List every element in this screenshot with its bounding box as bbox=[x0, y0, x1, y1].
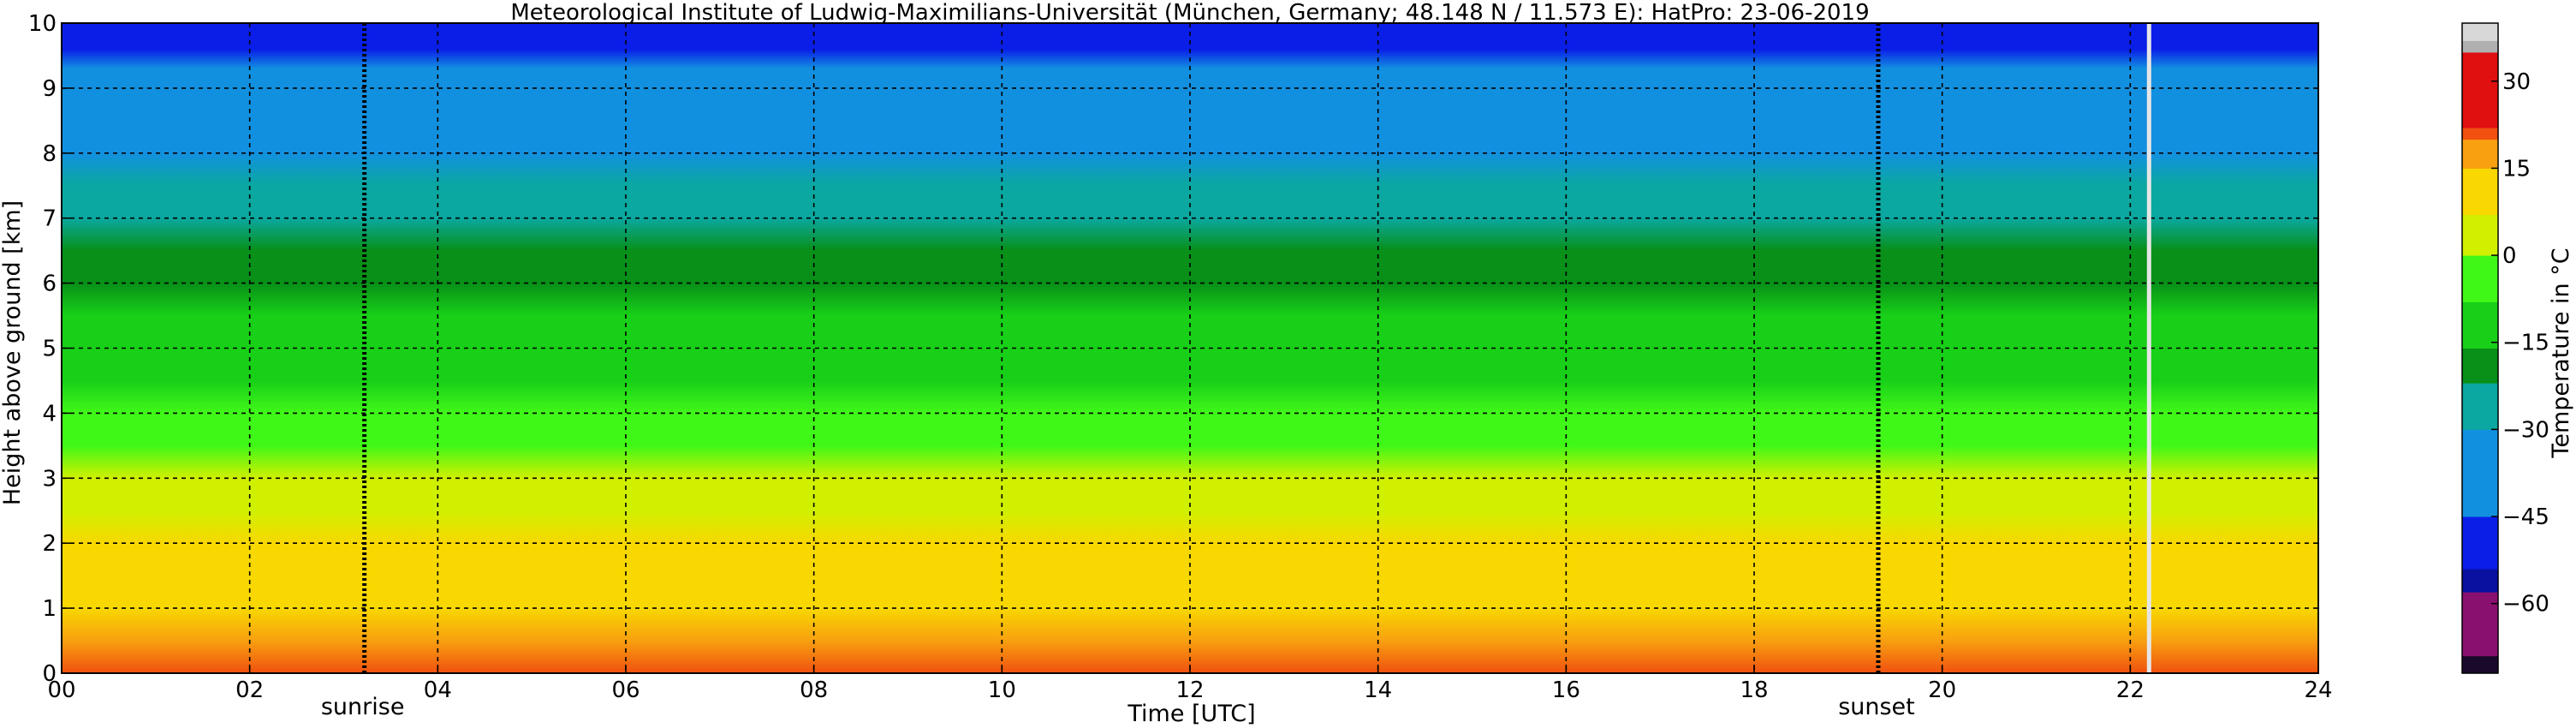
x-tick-label: 04 bbox=[424, 677, 452, 703]
colorbar-band bbox=[2462, 301, 2498, 349]
y-tick-label: 10 bbox=[28, 11, 57, 37]
colorbar-band bbox=[2462, 429, 2498, 517]
x-tick-label: 12 bbox=[1175, 677, 1204, 703]
colorbar-band bbox=[2462, 255, 2498, 302]
colorbar-band bbox=[2462, 348, 2498, 384]
x-tick-label: 20 bbox=[1928, 677, 1956, 703]
x-tick-label: 22 bbox=[2116, 677, 2145, 703]
colorbar-tick-label: −15 bbox=[2502, 331, 2549, 356]
sunset-label: sunset bbox=[1838, 694, 1915, 720]
colorbar-band bbox=[2462, 51, 2498, 128]
colorbar-band bbox=[2462, 168, 2498, 216]
colorbar-band bbox=[2462, 516, 2498, 570]
plot-area bbox=[61, 22, 2319, 674]
colorbar-label: Temperature in °C bbox=[2548, 248, 2574, 458]
colorbar-band bbox=[2462, 569, 2498, 593]
y-tick-label: 8 bbox=[42, 141, 57, 167]
colorbar-band bbox=[2462, 40, 2498, 53]
x-tick-label: 16 bbox=[1552, 677, 1580, 703]
colorbar-tick-label: −30 bbox=[2502, 417, 2549, 443]
y-tick-label: 4 bbox=[42, 401, 57, 427]
x-tick-label: 06 bbox=[611, 677, 640, 703]
x-tick-label: 08 bbox=[800, 677, 828, 703]
colorbar-tick-label: −60 bbox=[2502, 592, 2549, 618]
colorbar bbox=[2461, 22, 2499, 674]
x-tick-label: 14 bbox=[1364, 677, 1392, 703]
annotation-labels: sunrise sunset bbox=[321, 694, 1915, 720]
sunrise-label: sunrise bbox=[321, 694, 405, 720]
x-tick-label: 10 bbox=[988, 677, 1016, 703]
y-tick-label: 6 bbox=[42, 272, 57, 297]
surface-warm-anomaly bbox=[1236, 650, 1867, 673]
y-tick-label: 2 bbox=[42, 531, 57, 557]
y-tick-label: 1 bbox=[42, 596, 57, 622]
colorbar-tick-label: 15 bbox=[2502, 156, 2531, 182]
colorbar-band bbox=[2462, 127, 2498, 140]
colorbar-band bbox=[2462, 214, 2498, 256]
y-tick-label: 5 bbox=[42, 337, 57, 362]
colorbar-band bbox=[2462, 383, 2498, 430]
x-tick-label: 02 bbox=[235, 677, 264, 703]
colorbar-band bbox=[2462, 655, 2498, 674]
temperature-heatmap-figure: Meteorological Institute of Ludwig-Maxim… bbox=[0, 0, 2574, 727]
colorbar-band bbox=[2462, 139, 2498, 169]
x-tick-label: 18 bbox=[1740, 677, 1768, 703]
chart-title: Meteorological Institute of Ludwig-Maxim… bbox=[510, 0, 1869, 26]
y-tick-label: 0 bbox=[42, 661, 57, 687]
colorbar-tick-label: 30 bbox=[2502, 69, 2531, 95]
colorbar-tick-label: −45 bbox=[2502, 504, 2549, 530]
y-tick-label: 3 bbox=[42, 466, 57, 492]
x-axis-label: Time [UTC] bbox=[1127, 701, 1255, 727]
colorbar-tick-label: 0 bbox=[2502, 243, 2517, 269]
colorbar-band bbox=[2462, 23, 2498, 41]
y-tick-label: 9 bbox=[42, 76, 57, 102]
y-axis-label: Height above ground [km] bbox=[0, 200, 26, 505]
x-tick-label: 24 bbox=[2304, 677, 2332, 703]
y-tick-label: 7 bbox=[42, 206, 57, 232]
colorbar-band bbox=[2462, 592, 2498, 657]
colorbar-ticks: 30 15 0 −15 −30 −45 −60 bbox=[2491, 69, 2549, 618]
